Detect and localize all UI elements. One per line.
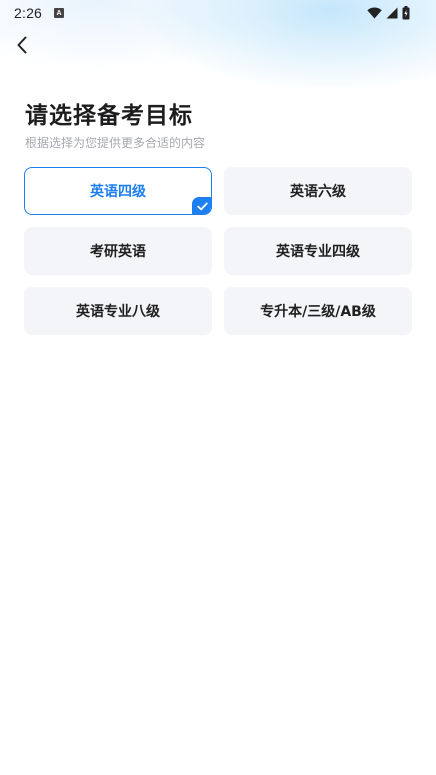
goal-options-grid: 英语四级 英语六级 考研英语 英语专业四级 英语专业八级 专升本/三级/AB级 (24, 167, 412, 335)
option-tem4[interactable]: 英语专业四级 (224, 227, 412, 275)
option-upgrade-exam[interactable]: 专升本/三级/AB级 (224, 287, 412, 335)
option-label: 英语四级 (90, 184, 146, 200)
page-title: 请选择备考目标 (25, 103, 193, 129)
option-label: 英语专业四级 (276, 244, 360, 260)
option-cet6[interactable]: 英语六级 (224, 167, 412, 215)
option-label: 英语六级 (290, 184, 346, 200)
option-label: 考研英语 (90, 244, 146, 260)
checkmark-icon (196, 202, 208, 210)
option-label: 英语专业八级 (76, 304, 160, 320)
chevron-left-icon (17, 36, 27, 54)
wifi-icon (367, 7, 382, 19)
app-notification-icon: A (54, 8, 65, 18)
status-time: 2:26 (14, 5, 43, 21)
back-button[interactable] (8, 30, 36, 60)
selected-check-badge (192, 197, 211, 214)
status-icons (367, 6, 410, 20)
option-postgrad-english[interactable]: 考研英语 (24, 227, 212, 275)
status-bar: 2:26 A (0, 0, 436, 26)
option-tem8[interactable]: 英语专业八级 (24, 287, 212, 335)
battery-charging-icon (402, 6, 410, 20)
option-cet4[interactable]: 英语四级 (24, 167, 212, 215)
page-subtitle: 根据选择为您提供更多合适的内容 (25, 136, 206, 150)
signal-icon (386, 7, 398, 19)
option-label: 专升本/三级/AB级 (260, 304, 376, 320)
